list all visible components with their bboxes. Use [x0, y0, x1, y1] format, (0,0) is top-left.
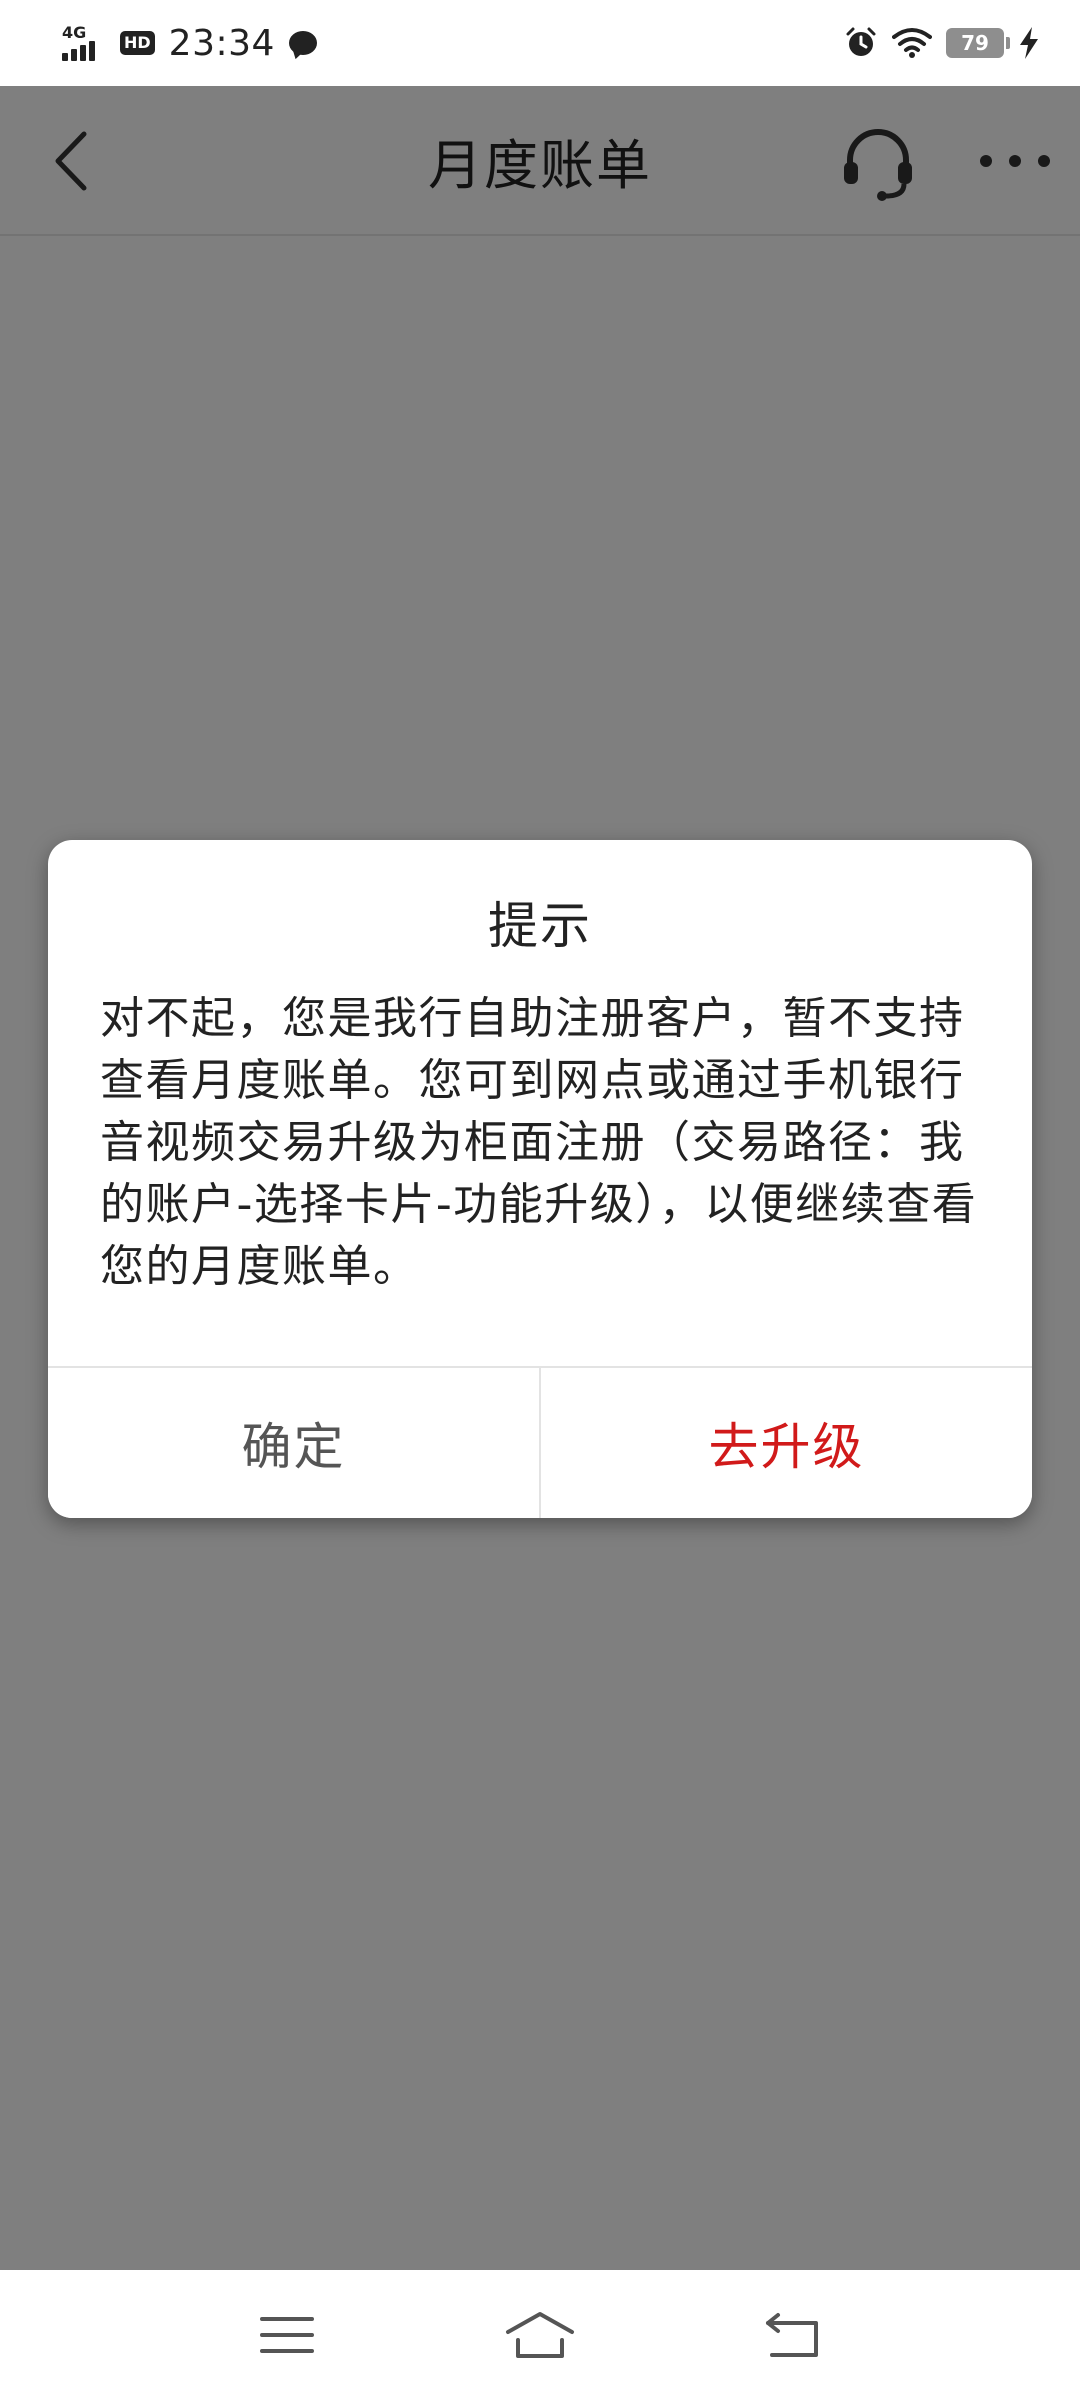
menu-icon — [259, 2317, 314, 2353]
home-icon — [505, 2312, 574, 2358]
dialog-title: 提示 — [488, 897, 592, 955]
dialog-message: 对不起，您是我行自助注册客户，暂不支持查看月度账单。您可到网点或通过手机银行音视… — [100, 993, 978, 1292]
clock: 23:34 — [168, 22, 275, 64]
upgrade-button[interactable]: 去升级 — [541, 1368, 1032, 1518]
signal-icon: 4G — [62, 23, 106, 61]
status-left: 4G HD 23:34 — [62, 23, 317, 64]
charging-icon — [1020, 27, 1038, 59]
status-right: 79 — [844, 26, 1040, 60]
system-nav-bar — [0, 2270, 1080, 2400]
alert-dialog: 提示 对不起，您是我行自助注册客户，暂不支持查看月度账单。您可到网点或通过手机银… — [48, 840, 1032, 1518]
confirm-button[interactable]: 确定 — [48, 1368, 541, 1518]
dialog-actions: 确定 去升级 — [48, 1366, 1032, 1518]
message-icon — [288, 31, 317, 55]
nav-menu-button[interactable] — [247, 2305, 327, 2365]
back-arrow-icon — [766, 2313, 819, 2357]
wifi-icon — [892, 28, 932, 58]
nav-back-button[interactable] — [753, 2305, 833, 2365]
battery-icon: 79 — [946, 28, 1010, 58]
network-type: 4G — [62, 23, 87, 42]
alarm-icon — [846, 27, 876, 56]
nav-home-button[interactable] — [500, 2305, 580, 2365]
status-bar: 4G HD 23:34 79 — [0, 0, 1080, 86]
hd-badge: HD — [120, 31, 155, 55]
